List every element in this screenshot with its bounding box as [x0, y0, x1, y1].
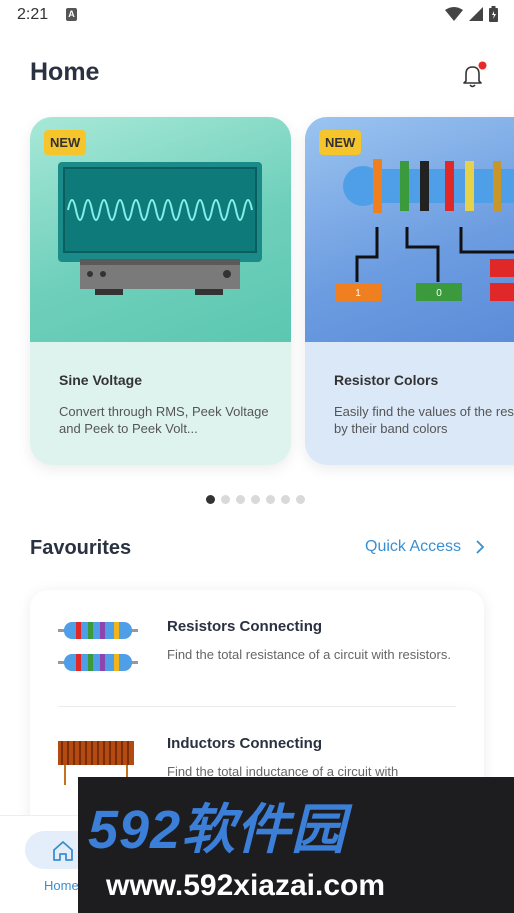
status-time: 2:21	[17, 6, 49, 23]
carousel-dot[interactable]	[281, 495, 290, 504]
system-icons	[445, 6, 498, 22]
carousel-dot[interactable]	[221, 495, 230, 504]
favourite-name: Resistors Connecting	[167, 618, 323, 635]
bell-icon	[463, 61, 487, 88]
card-description: Convert through RMS, Peek Voltage and Pe…	[59, 404, 269, 436]
home-screen: 2:21 A Home NEW Sine Voltage Convert thr…	[0, 0, 514, 913]
favourites-title: Favourites	[30, 537, 132, 559]
nav-home-label: Home	[44, 878, 79, 893]
signal-icon	[469, 7, 483, 21]
carousel-card-sine-voltage[interactable]: NEW Sine Voltage Convert through RMS, Pe…	[30, 117, 291, 465]
watermark-url: www.592xiazai.com	[106, 869, 386, 902]
carousel-dot[interactable]	[266, 495, 275, 504]
resistors-icon	[58, 622, 138, 671]
favourite-item-resistors[interactable]: Resistors Connecting Find the total resi…	[30, 590, 484, 706]
wifi-icon	[445, 7, 463, 21]
card-title: Resistor Colors	[334, 372, 439, 388]
carousel-dot[interactable]	[206, 495, 215, 504]
status-bar: 2:21 A	[0, 0, 514, 32]
card-body: Sine Voltage Convert through RMS, Peek V…	[30, 342, 291, 465]
chevron-right-icon	[476, 540, 485, 554]
battery-icon	[489, 6, 498, 22]
favourite-description: Find the total resistance of a circuit w…	[167, 647, 451, 662]
carousel-dot[interactable]	[251, 495, 260, 504]
card-body: Resistor Colors Easily find the values o…	[305, 342, 514, 465]
favourite-name: Inductors Connecting	[167, 735, 322, 752]
quick-access-label: Quick Access	[365, 538, 462, 555]
band-value-2: 0	[436, 288, 442, 299]
new-badge: NEW	[44, 130, 87, 155]
band-value-1: 1	[355, 288, 361, 299]
card-title: Sine Voltage	[59, 372, 142, 388]
home-icon	[53, 841, 73, 861]
new-badge: NEW	[319, 130, 362, 155]
carousel-indicator[interactable]	[206, 495, 305, 504]
notifications-button[interactable]	[458, 60, 488, 90]
notification-icon: A	[66, 8, 77, 21]
page-title: Home	[30, 58, 100, 86]
card-description: Easily find the values of the resistors …	[334, 404, 514, 436]
carousel-card-resistor-colors[interactable]: 1 0 NEW Resistor Colors Easily find the …	[305, 117, 514, 465]
carousel-dot[interactable]	[236, 495, 245, 504]
watermark-logo-text: 592软件园	[88, 800, 347, 860]
carousel-dot[interactable]	[296, 495, 305, 504]
quick-access-link[interactable]: Quick Access	[365, 538, 485, 556]
watermark: 592软件园 www.592xiazai.com	[78, 777, 514, 913]
